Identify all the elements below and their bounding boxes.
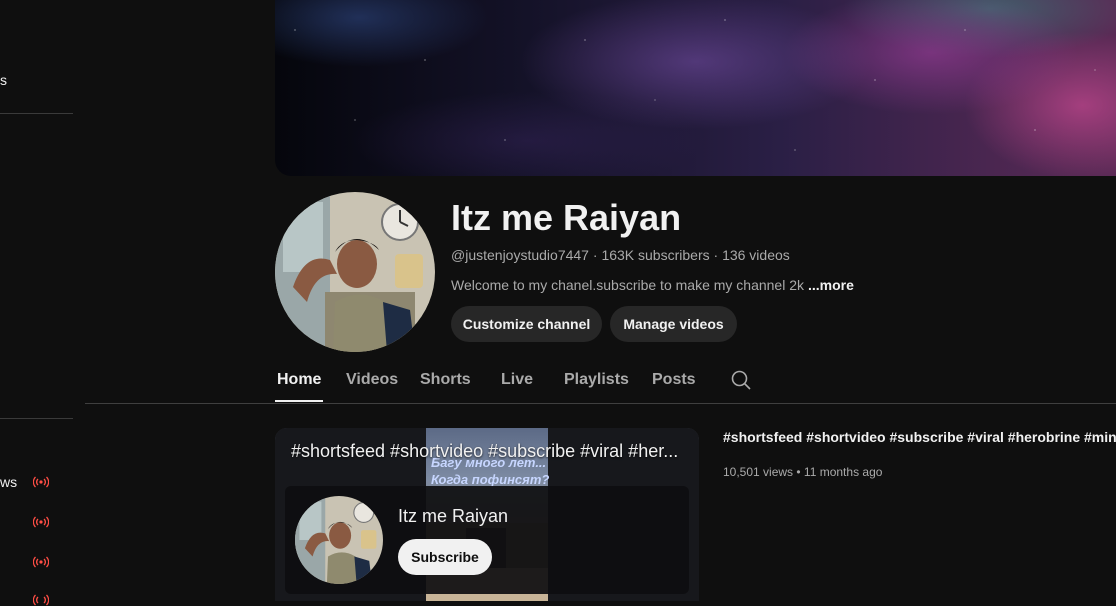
avatar-image <box>275 192 435 352</box>
tab-playlists[interactable]: Playlists <box>564 371 629 389</box>
featured-video-player[interactable]: Багу много лет... Когда пофинсят? #short… <box>275 428 699 601</box>
meta-separator: · <box>588 247 602 263</box>
meta-separator: • <box>793 465 804 479</box>
tab-shorts[interactable]: Shorts <box>420 371 471 389</box>
sidebar-divider <box>0 418 73 419</box>
player-title[interactable]: #shortsfeed #shortvideo #subscribe #vira… <box>291 441 687 462</box>
search-icon[interactable] <box>730 369 752 391</box>
banner-stars <box>275 0 1116 176</box>
sidebar: s ws <box>0 0 74 606</box>
view-count: 10,501 views <box>723 465 794 479</box>
channel-avatar[interactable] <box>275 192 435 352</box>
channel-description[interactable]: Welcome to my chanel.subscribe to make m… <box>451 277 854 293</box>
subscriber-count: 163K subscribers <box>601 247 710 263</box>
video-meta: 10,501 views • 11 months ago <box>723 465 882 479</box>
live-icon <box>33 476 49 488</box>
channel-handle[interactable]: @justenjoystudio7447 <box>451 247 589 263</box>
subscribe-overlay: Itz me Raiyan Subscribe <box>285 486 689 594</box>
subscribe-button[interactable]: Subscribe <box>398 539 492 575</box>
sidebar-divider <box>0 113 73 114</box>
manage-videos-button[interactable]: Manage videos <box>610 306 737 342</box>
upload-age: 11 months ago <box>803 465 883 479</box>
channel-name: Itz me Raiyan <box>451 197 682 238</box>
live-icon <box>33 516 49 528</box>
tab-videos[interactable]: Videos <box>346 371 398 389</box>
more-link[interactable]: ...more <box>808 277 854 293</box>
customize-channel-button[interactable]: Customize channel <box>451 306 602 342</box>
channel-banner <box>275 0 1116 176</box>
overlay-avatar[interactable] <box>295 496 383 584</box>
tab-live[interactable]: Live <box>501 371 533 389</box>
description-text: Welcome to my chanel.subscribe to make m… <box>451 277 805 293</box>
tab-posts[interactable]: Posts <box>652 371 696 389</box>
channel-meta: @justenjoystudio7447 · 163K subscribers … <box>451 247 790 263</box>
meta-separator: · <box>709 247 723 263</box>
sidebar-item-label[interactable]: ws <box>0 474 17 490</box>
live-icon <box>33 594 49 606</box>
tab-home[interactable]: Home <box>277 371 321 389</box>
video-title[interactable]: #shortsfeed #shortvideo #subscribe #vira… <box>723 429 1116 445</box>
sidebar-item-label[interactable]: s <box>0 72 7 88</box>
video-count: 136 videos <box>722 247 790 263</box>
tabs-divider <box>85 403 1116 404</box>
overlay-channel-name[interactable]: Itz me Raiyan <box>398 506 508 527</box>
live-icon <box>33 556 49 568</box>
avatar-image <box>295 496 383 584</box>
active-tab-indicator <box>275 400 323 402</box>
